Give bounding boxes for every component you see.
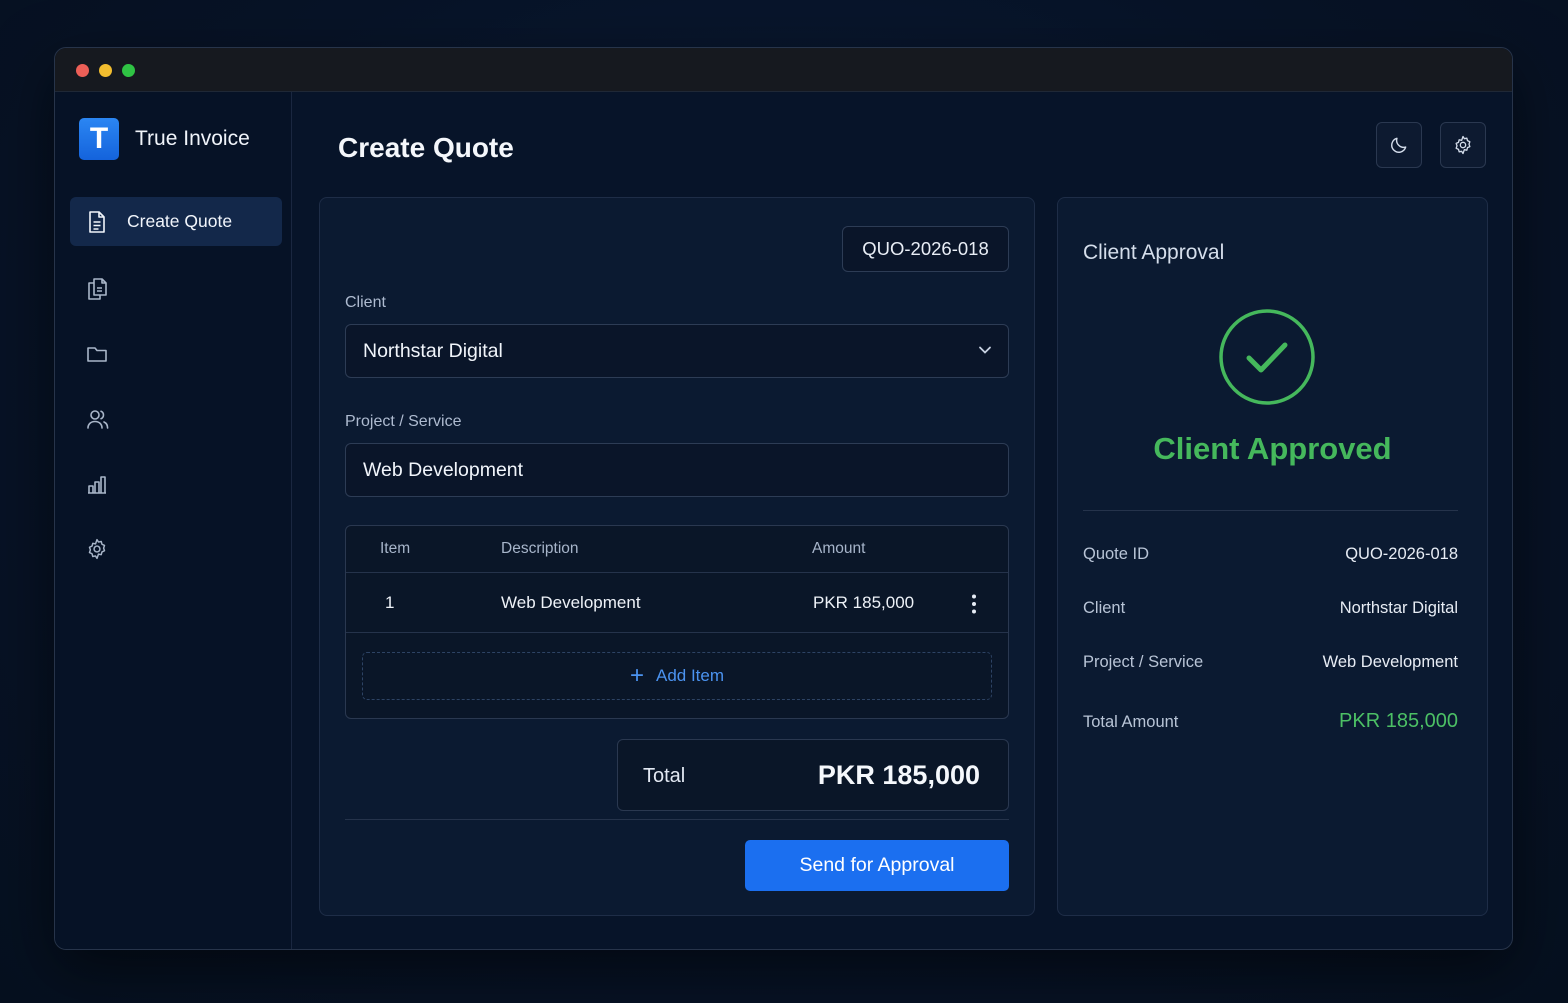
settings-button[interactable] xyxy=(1440,122,1486,168)
client-select[interactable]: Northstar Digital xyxy=(345,324,1009,378)
row-description: Web Development xyxy=(501,592,641,612)
sidebar-item-documents[interactable] xyxy=(70,264,282,313)
title-bar xyxy=(55,48,1512,92)
form-divider xyxy=(345,819,1009,820)
total-label: Total xyxy=(643,765,686,787)
gear-icon xyxy=(1455,135,1471,155)
client-approval-card: Client Approval Client Approved Quote ID… xyxy=(1057,197,1488,916)
folder-icon xyxy=(87,346,107,362)
sidebar-item-label: Create Quote xyxy=(127,211,233,231)
line-items-table: Item Description Amount 1 Web Developmen… xyxy=(345,525,1009,719)
sidebar-item-reports[interactable] xyxy=(70,459,282,508)
column-header-item: Item xyxy=(380,540,411,557)
send-for-approval-button[interactable]: Send for Approval xyxy=(745,840,1009,891)
summary-total-value: PKR 185,000 xyxy=(1339,710,1458,732)
column-header-amount: Amount xyxy=(812,540,866,557)
summary-key: Project / Service xyxy=(1083,653,1204,671)
approval-status: Client Approved xyxy=(1153,431,1392,466)
table-header: Item Description Amount xyxy=(346,526,1008,573)
close-window-button[interactable] xyxy=(76,64,89,77)
approval-divider xyxy=(1083,510,1458,511)
add-item-label: Add Item xyxy=(655,666,725,685)
plus-icon: + xyxy=(629,662,644,689)
app-window: T True Invoice Create Quote Create Quote… xyxy=(54,47,1513,950)
copy-documents-icon xyxy=(88,277,107,300)
client-select-value: Northstar Digital xyxy=(363,339,503,362)
project-input[interactable]: Web Development xyxy=(345,443,1009,497)
sidebar-item-create-quote[interactable]: Create Quote xyxy=(70,197,282,246)
add-item-button[interactable]: + Add Item xyxy=(362,652,992,700)
summary-value: Web Development xyxy=(1322,653,1458,671)
total-box: Total PKR 185,000 xyxy=(617,739,1009,811)
client-label: Client xyxy=(345,294,386,311)
table-row: 1 Web Development PKR 185,000 xyxy=(346,573,1008,633)
summary-key: Total Amount xyxy=(1083,713,1179,731)
check-circle-icon xyxy=(1219,309,1315,405)
approval-title: Client Approval xyxy=(1083,241,1225,264)
gear-icon xyxy=(88,538,106,559)
summary-value: QUO-2026-018 xyxy=(1345,545,1458,563)
project-label: Project / Service xyxy=(345,413,462,430)
row-item-number: 1 xyxy=(385,592,395,612)
summary-value: Northstar Digital xyxy=(1339,599,1458,617)
more-options-icon[interactable] xyxy=(965,593,983,615)
page-title: Create Quote xyxy=(338,132,514,163)
sidebar: T True Invoice Create Quote xyxy=(55,92,292,949)
sidebar-item-clients[interactable] xyxy=(70,394,282,443)
sidebar-item-settings[interactable] xyxy=(70,524,282,573)
theme-toggle-button[interactable] xyxy=(1376,122,1422,168)
minimize-window-button[interactable] xyxy=(99,64,112,77)
brand[interactable]: T True Invoice xyxy=(79,118,250,160)
maximize-window-button[interactable] xyxy=(122,64,135,77)
main-content: Create Quote QUO-2026-018 Client Northst… xyxy=(293,92,1512,949)
chart-icon xyxy=(88,475,106,494)
sidebar-item-folders[interactable] xyxy=(70,329,282,378)
app-name: True Invoice xyxy=(135,127,250,150)
summary-key: Quote ID xyxy=(1083,545,1150,563)
total-value: PKR 185,000 xyxy=(817,760,980,790)
document-icon xyxy=(89,210,105,233)
chevron-down-icon xyxy=(979,346,991,354)
project-input-value: Web Development xyxy=(363,458,524,481)
moon-icon xyxy=(1391,137,1407,153)
summary-key: Client xyxy=(1083,599,1126,617)
quote-form-card: QUO-2026-018 Client Northstar Digital Pr… xyxy=(319,197,1035,916)
quote-id-badge: QUO-2026-018 xyxy=(842,226,1009,272)
row-amount: PKR 185,000 xyxy=(813,592,915,612)
column-header-description: Description xyxy=(501,540,579,557)
users-icon xyxy=(87,409,109,429)
app-logo: T xyxy=(79,118,119,160)
